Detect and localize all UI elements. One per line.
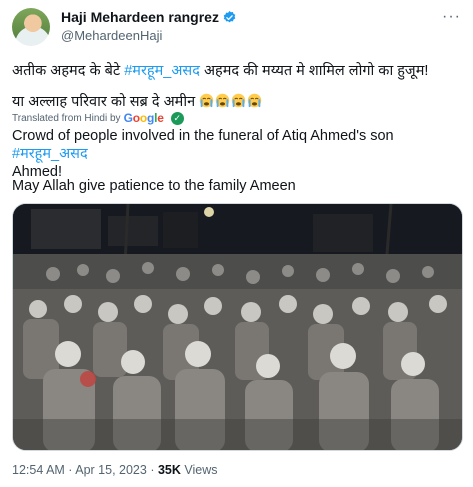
- author-name-row[interactable]: Haji Mehardeen rangrez: [61, 9, 237, 25]
- timestamp-link[interactable]: 12:54 AM · Apr 15, 2023: [12, 463, 147, 477]
- handle[interactable]: @MehardeenHaji: [61, 28, 162, 43]
- check-icon: ✓: [170, 111, 184, 125]
- translated-text-line-1: Crowd of people involved in the funeral …: [12, 127, 464, 181]
- tweet: Haji Mehardeen rangrez @MehardeenHaji ··…: [0, 0, 473, 487]
- hashtag-link[interactable]: #मरहूम_असद: [124, 63, 200, 79]
- post-time: 12:54 AM: [12, 463, 65, 477]
- views-count: 35K: [157, 463, 181, 477]
- views-label: Views: [180, 463, 218, 477]
- original-text-segment: अतीक अहमद के बेटे: [12, 63, 125, 79]
- original-text-segment: अहमद की मय्यत मे शामिल लोगो का हुजूम!: [199, 63, 429, 79]
- crowd-scene-graphic: [13, 204, 462, 450]
- meta-separator: ·: [146, 463, 158, 477]
- translated-hashtag-link[interactable]: #मरहूम_असद: [12, 146, 88, 162]
- crying-face-icon: [199, 93, 214, 108]
- crying-face-icon: [231, 93, 246, 108]
- crying-face-icon: [215, 93, 230, 108]
- translated-from-label: Translated from Hindi by: [12, 112, 121, 124]
- translated-text-line-2: May Allah give patience to the family Am…: [12, 178, 296, 194]
- meta-separator: ·: [64, 463, 76, 477]
- google-logo: Google: [123, 111, 164, 125]
- original-text-segment: या अल्लाह परिवार को सब्र दे अमीन: [12, 94, 200, 110]
- more-options-button[interactable]: ···: [442, 8, 461, 26]
- tweet-metadata: 12:54 AM · Apr 15, 2023 · 35K Views: [12, 463, 217, 477]
- original-text-line-2: या अल्लाह परिवार को सब्र दे अमीन: [12, 91, 263, 111]
- avatar[interactable]: [12, 8, 50, 46]
- post-date: Apr 15, 2023: [75, 463, 147, 477]
- tweet-video[interactable]: [12, 203, 463, 451]
- display-name[interactable]: Haji Mehardeen rangrez: [61, 9, 219, 25]
- crying-face-icon: [247, 93, 262, 108]
- translation-attribution[interactable]: Translated from Hindi by Google ✓: [12, 111, 184, 125]
- original-text-line-1: अतीक अहमद के बेटे #मरहूम_असद अहमद की मय्…: [12, 60, 428, 80]
- verified-badge-icon: [223, 10, 236, 22]
- translated-text-segment: Crowd of people involved in the funeral …: [12, 128, 394, 144]
